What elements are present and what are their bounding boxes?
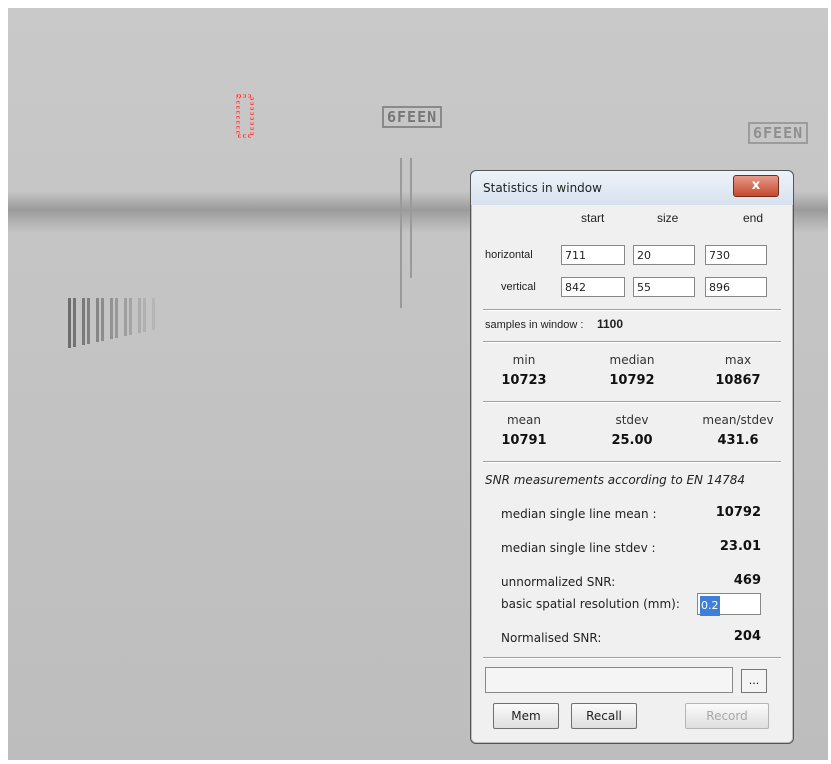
max-label: max — [724, 353, 752, 367]
mean-value: 10791 — [501, 433, 547, 448]
iqi-wire — [68, 298, 71, 348]
iqi-wire — [82, 298, 85, 345]
unnormalized-snr-label: unnormalized SNR: — [501, 575, 616, 589]
iqi-wire — [73, 298, 76, 347]
horizontal-start-field[interactable]: 711 — [561, 245, 625, 265]
iqi-wire — [115, 298, 118, 338]
median-single-line-mean-label: median single line mean : — [501, 507, 657, 521]
close-button[interactable]: x — [733, 175, 779, 197]
median-single-line-stdev-label: median single line stdev : — [501, 541, 656, 555]
col-start-label: start — [581, 211, 605, 225]
iqi-wire — [124, 298, 127, 336]
resolution-label: basic spatial resolution (mm): — [501, 597, 680, 611]
snr-section-title: SNR measurements according to EN 14784 — [485, 473, 746, 487]
iqi-wire-left — [400, 158, 402, 308]
col-end-label: end — [743, 211, 764, 225]
statistics-dialog: Statistics in window x start size end ho… — [470, 170, 794, 744]
divider — [483, 461, 781, 463]
max-value: 10867 — [715, 373, 761, 388]
resolution-input[interactable]: 0.2 — [697, 593, 761, 616]
row-horizontal-label: horizontal — [485, 249, 533, 261]
unnormalized-snr-value: 469 — [733, 573, 761, 588]
normalised-snr-label: Normalised SNR: — [501, 631, 602, 645]
vertical-size-field[interactable]: 55 — [633, 277, 695, 297]
iqi-label-1: 6FEEN — [382, 106, 443, 128]
iqi-wire — [101, 298, 104, 341]
horizontal-end-field[interactable]: 730 — [705, 245, 767, 265]
median-single-line-stdev-value: 23.01 — [719, 539, 761, 554]
iqi-wire — [96, 298, 99, 342]
divider — [483, 401, 781, 403]
dialog-titlebar[interactable]: Statistics in window x — [471, 171, 793, 205]
iqi-wire — [110, 298, 113, 339]
mean-stdev-value: 431.6 — [717, 433, 759, 448]
row-vertical-label: vertical — [501, 281, 536, 293]
median-value: 10792 — [609, 373, 655, 388]
record-path-field[interactable] — [485, 667, 733, 693]
min-value: 10723 — [501, 373, 547, 388]
divider — [483, 657, 781, 659]
selection-window-marker[interactable] — [232, 92, 260, 142]
dialog-body: start size end horizontal 711 20 730 ver… — [479, 205, 785, 735]
vertical-start-field[interactable]: 842 — [561, 277, 625, 297]
vertical-end-field[interactable]: 896 — [705, 277, 767, 297]
samples-label: samples in window : — [485, 319, 584, 331]
resolution-value[interactable]: 0.2 — [700, 596, 720, 616]
recall-button[interactable]: Recall — [571, 703, 637, 729]
record-button[interactable]: Record — [685, 703, 769, 729]
iqi-wire — [87, 298, 90, 344]
stdev-value: 25.00 — [611, 433, 653, 448]
median-single-line-mean-value: 10792 — [715, 505, 761, 520]
median-label: median — [609, 353, 655, 367]
iqi-wire — [138, 298, 141, 333]
browse-button[interactable]: ... — [741, 669, 767, 693]
mean-stdev-label: mean/stdev — [702, 413, 774, 427]
mem-button[interactable]: Mem — [493, 703, 559, 729]
iqi-wire — [129, 298, 132, 335]
divider — [483, 341, 781, 343]
stdev-label: stdev — [615, 413, 649, 427]
mean-label: mean — [506, 413, 542, 427]
min-label: min — [512, 353, 536, 367]
col-size-label: size — [657, 211, 679, 225]
samples-value: 1100 — [597, 317, 624, 331]
iqi-label-2: 6FEEN — [748, 122, 809, 144]
dialog-title: Statistics in window — [483, 181, 602, 195]
iqi-wire-right — [410, 158, 412, 278]
normalised-snr-value: 204 — [733, 629, 761, 644]
divider — [483, 309, 781, 311]
iqi-wire — [143, 298, 146, 332]
horizontal-size-field[interactable]: 20 — [633, 245, 695, 265]
iqi-wire — [152, 298, 155, 330]
